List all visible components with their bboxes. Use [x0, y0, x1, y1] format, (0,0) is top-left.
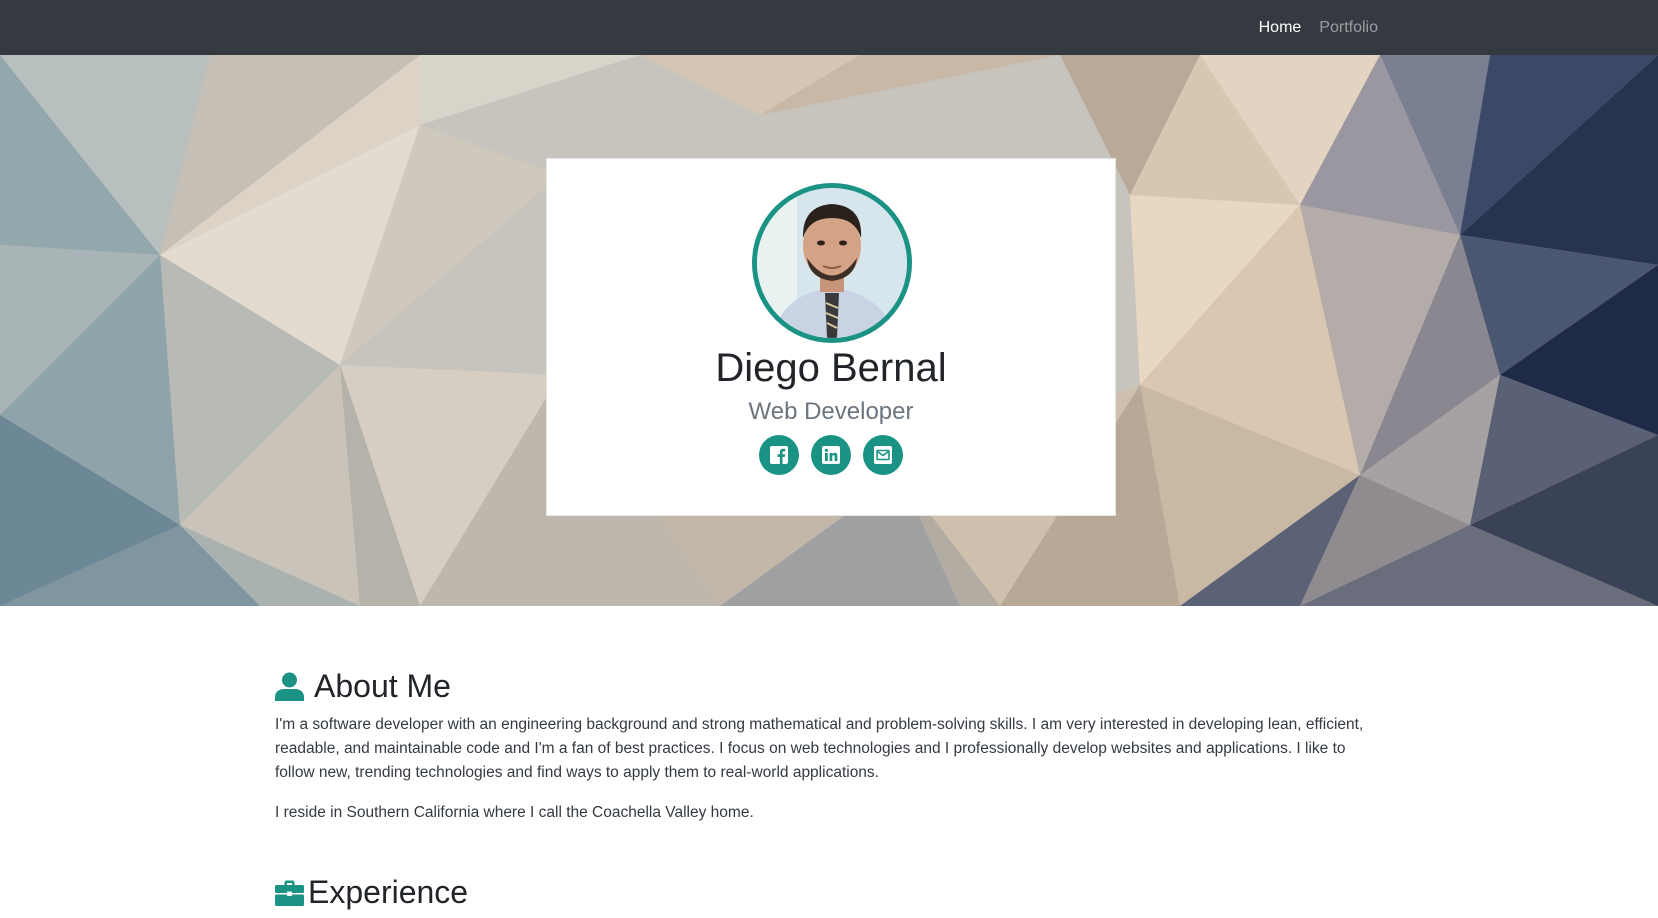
about-heading: About Me: [275, 668, 1385, 705]
about-paragraph-1: I'm a software developer with an enginee…: [275, 716, 1364, 781]
profile-name: Diego Bernal: [715, 346, 947, 390]
email-icon: [874, 446, 892, 464]
nav-links: Home Portfolio: [1259, 0, 1378, 55]
profile-photo: [757, 188, 907, 338]
top-navbar: Home Portfolio: [0, 0, 1658, 55]
about-heading-text: About Me: [314, 668, 451, 704]
facebook-button[interactable]: [759, 435, 799, 475]
briefcase-icon: [275, 880, 304, 906]
about-paragraph-2: I reside in Southern California where I …: [275, 804, 754, 821]
linkedin-button[interactable]: [811, 435, 851, 475]
email-button[interactable]: [863, 435, 903, 475]
profile-role: Web Developer: [748, 398, 914, 425]
facebook-icon: [770, 446, 788, 464]
user-icon: [275, 672, 304, 701]
nav-link-portfolio[interactable]: Portfolio: [1319, 19, 1378, 37]
about-section: About Me I'm a software developer with a…: [275, 668, 1385, 825]
experience-heading-text: Experience: [308, 874, 469, 910]
experience-section: Experience: [275, 874, 1385, 911]
experience-heading: Experience: [275, 874, 1385, 911]
profile-card: Diego Bernal Web Developer: [546, 158, 1116, 516]
nav-link-home[interactable]: Home: [1259, 19, 1302, 37]
social-links: [547, 435, 1115, 475]
avatar: [752, 183, 912, 343]
linkedin-icon: [822, 446, 840, 464]
hero-banner: Diego Bernal Web Developer: [0, 55, 1658, 606]
